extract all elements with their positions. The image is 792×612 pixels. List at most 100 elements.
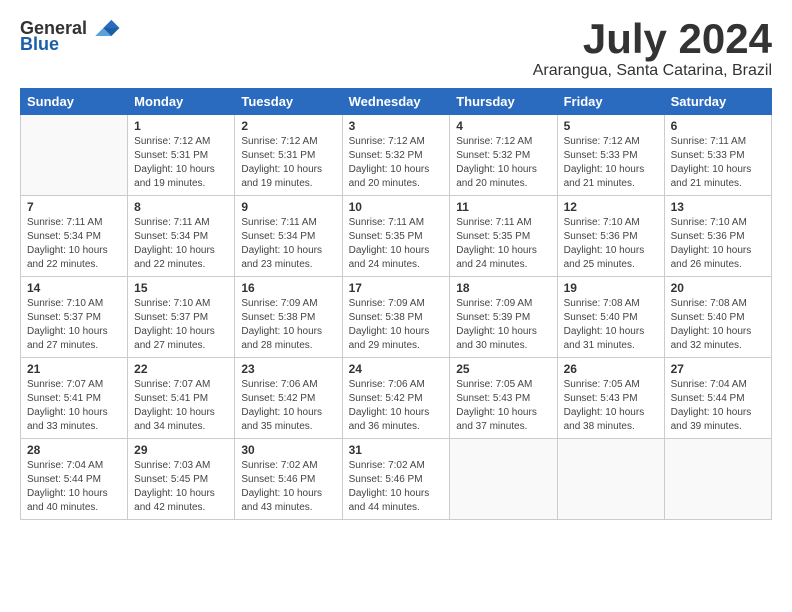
day-info: Sunrise: 7:08 AM Sunset: 5:40 PM Dayligh… <box>671 297 765 353</box>
calendar-cell: 4 Sunrise: 7:12 AM Sunset: 5:32 PM Daylig… <box>450 115 557 196</box>
day-number: 24 <box>349 362 444 376</box>
calendar-cell: 27Sunrise: 7:04 AM Sunset: 5:44 PM Dayli… <box>664 358 771 439</box>
calendar-cell: 25 Sunrise: 7:05 AM Sunset: 5:43 PM Dayli… <box>450 358 557 439</box>
calendar-cell: 2Sunrise: 7:12 AM Sunset: 5:31 PM Daylig… <box>235 115 342 196</box>
calendar-cell: 8 Sunrise: 7:11 AM Sunset: 5:34 PM Daylig… <box>128 196 235 277</box>
page-header: General Blue July 2024 Ararangua, Santa … <box>20 16 772 80</box>
calendar-cell: 23 Sunrise: 7:06 AM Sunset: 5:42 PM Dayli… <box>235 358 342 439</box>
day-info: Sunrise: 7:05 AM Sunset: 5:43 PM Dayligh… <box>564 378 658 434</box>
day-info: Sunrise: 7:11 AM Sunset: 5:35 PM Dayligh… <box>456 216 550 272</box>
day-number: 25 <box>456 362 550 376</box>
logo-icon <box>89 16 121 40</box>
calendar-cell: 24Sunrise: 7:06 AM Sunset: 5:42 PM Dayli… <box>342 358 450 439</box>
day-info: Sunrise: 7:11 AM Sunset: 5:34 PM Dayligh… <box>27 216 121 272</box>
day-number: 18 <box>456 281 550 295</box>
calendar-cell: 18 Sunrise: 7:09 AM Sunset: 5:39 PM Dayli… <box>450 277 557 358</box>
day-number: 26 <box>564 362 658 376</box>
day-number: 31 <box>349 443 444 457</box>
day-number: 11 <box>456 200 550 214</box>
calendar-cell <box>557 439 664 520</box>
calendar-cell: 6Sunrise: 7:11 AM Sunset: 5:33 PM Daylig… <box>664 115 771 196</box>
calendar-week-5: 28 Sunrise: 7:04 AM Sunset: 5:44 PM Dayli… <box>21 439 772 520</box>
calendar-cell: 19 Sunrise: 7:08 AM Sunset: 5:40 PM Dayli… <box>557 277 664 358</box>
calendar-cell: 29 Sunrise: 7:03 AM Sunset: 5:45 PM Dayli… <box>128 439 235 520</box>
day-number: 29 <box>134 443 228 457</box>
calendar-week-3: 14Sunrise: 7:10 AM Sunset: 5:37 PM Dayli… <box>21 277 772 358</box>
calendar-cell: 5 Sunrise: 7:12 AM Sunset: 5:33 PM Daylig… <box>557 115 664 196</box>
day-info: Sunrise: 7:02 AM Sunset: 5:46 PM Dayligh… <box>241 459 335 515</box>
day-number: 5 <box>564 119 658 133</box>
calendar-cell: 22Sunrise: 7:07 AM Sunset: 5:41 PM Dayli… <box>128 358 235 439</box>
calendar-cell: 3 Sunrise: 7:12 AM Sunset: 5:32 PM Daylig… <box>342 115 450 196</box>
day-info: Sunrise: 7:07 AM Sunset: 5:41 PM Dayligh… <box>27 378 121 434</box>
calendar-cell: 31 Sunrise: 7:02 AM Sunset: 5:46 PM Dayli… <box>342 439 450 520</box>
day-number: 1 <box>134 119 228 133</box>
calendar-cell: 21 Sunrise: 7:07 AM Sunset: 5:41 PM Dayli… <box>21 358 128 439</box>
day-number: 3 <box>349 119 444 133</box>
day-number: 6 <box>671 119 765 133</box>
location-subtitle: Ararangua, Santa Catarina, Brazil <box>533 62 772 80</box>
title-block: July 2024 Ararangua, Santa Catarina, Bra… <box>533 16 772 80</box>
day-info: Sunrise: 7:09 AM Sunset: 5:38 PM Dayligh… <box>349 297 444 353</box>
day-info: Sunrise: 7:12 AM Sunset: 5:33 PM Dayligh… <box>564 135 658 191</box>
day-number: 15 <box>134 281 228 295</box>
day-info: Sunrise: 7:12 AM Sunset: 5:31 PM Dayligh… <box>134 135 228 191</box>
day-number: 12 <box>564 200 658 214</box>
day-number: 2 <box>241 119 335 133</box>
day-number: 19 <box>564 281 658 295</box>
logo: General Blue <box>20 16 121 55</box>
day-info: Sunrise: 7:05 AM Sunset: 5:43 PM Dayligh… <box>456 378 550 434</box>
calendar-cell: 26 Sunrise: 7:05 AM Sunset: 5:43 PM Dayli… <box>557 358 664 439</box>
day-number: 20 <box>671 281 765 295</box>
calendar-cell: 14Sunrise: 7:10 AM Sunset: 5:37 PM Dayli… <box>21 277 128 358</box>
day-info: Sunrise: 7:06 AM Sunset: 5:42 PM Dayligh… <box>241 378 335 434</box>
day-info: Sunrise: 7:10 AM Sunset: 5:37 PM Dayligh… <box>134 297 228 353</box>
day-number: 13 <box>671 200 765 214</box>
day-info: Sunrise: 7:10 AM Sunset: 5:36 PM Dayligh… <box>671 216 765 272</box>
day-number: 8 <box>134 200 228 214</box>
calendar-cell: 7 Sunrise: 7:11 AM Sunset: 5:34 PM Daylig… <box>21 196 128 277</box>
calendar-cell <box>664 439 771 520</box>
day-number: 4 <box>456 119 550 133</box>
day-info: Sunrise: 7:03 AM Sunset: 5:45 PM Dayligh… <box>134 459 228 515</box>
day-info: Sunrise: 7:04 AM Sunset: 5:44 PM Dayligh… <box>671 378 765 434</box>
weekday-header-monday: Monday <box>128 89 235 115</box>
calendar-week-4: 21 Sunrise: 7:07 AM Sunset: 5:41 PM Dayli… <box>21 358 772 439</box>
day-info: Sunrise: 7:09 AM Sunset: 5:39 PM Dayligh… <box>456 297 550 353</box>
day-number: 22 <box>134 362 228 376</box>
calendar-cell: 10Sunrise: 7:11 AM Sunset: 5:35 PM Dayli… <box>342 196 450 277</box>
calendar-cell: 13 Sunrise: 7:10 AM Sunset: 5:36 PM Dayli… <box>664 196 771 277</box>
weekday-header-wednesday: Wednesday <box>342 89 450 115</box>
calendar-cell: 16 Sunrise: 7:09 AM Sunset: 5:38 PM Dayli… <box>235 277 342 358</box>
day-info: Sunrise: 7:09 AM Sunset: 5:38 PM Dayligh… <box>241 297 335 353</box>
day-info: Sunrise: 7:11 AM Sunset: 5:34 PM Dayligh… <box>134 216 228 272</box>
calendar-week-2: 7 Sunrise: 7:11 AM Sunset: 5:34 PM Daylig… <box>21 196 772 277</box>
day-info: Sunrise: 7:11 AM Sunset: 5:35 PM Dayligh… <box>349 216 444 272</box>
calendar-cell: 17 Sunrise: 7:09 AM Sunset: 5:38 PM Dayli… <box>342 277 450 358</box>
day-number: 7 <box>27 200 121 214</box>
day-info: Sunrise: 7:10 AM Sunset: 5:37 PM Dayligh… <box>27 297 121 353</box>
day-number: 16 <box>241 281 335 295</box>
day-info: Sunrise: 7:10 AM Sunset: 5:36 PM Dayligh… <box>564 216 658 272</box>
weekday-header-row: SundayMondayTuesdayWednesdayThursdayFrid… <box>21 89 772 115</box>
weekday-header-friday: Friday <box>557 89 664 115</box>
day-number: 23 <box>241 362 335 376</box>
day-info: Sunrise: 7:04 AM Sunset: 5:44 PM Dayligh… <box>27 459 121 515</box>
day-info: Sunrise: 7:02 AM Sunset: 5:46 PM Dayligh… <box>349 459 444 515</box>
calendar-cell: 11 Sunrise: 7:11 AM Sunset: 5:35 PM Dayli… <box>450 196 557 277</box>
calendar-cell: 15 Sunrise: 7:10 AM Sunset: 5:37 PM Dayli… <box>128 277 235 358</box>
calendar-week-1: 1 Sunrise: 7:12 AM Sunset: 5:31 PM Daylig… <box>21 115 772 196</box>
calendar-cell: 28 Sunrise: 7:04 AM Sunset: 5:44 PM Dayli… <box>21 439 128 520</box>
day-info: Sunrise: 7:08 AM Sunset: 5:40 PM Dayligh… <box>564 297 658 353</box>
calendar-cell <box>21 115 128 196</box>
calendar-cell: 12 Sunrise: 7:10 AM Sunset: 5:36 PM Dayli… <box>557 196 664 277</box>
weekday-header-saturday: Saturday <box>664 89 771 115</box>
month-title: July 2024 <box>533 16 772 62</box>
day-info: Sunrise: 7:12 AM Sunset: 5:32 PM Dayligh… <box>349 135 444 191</box>
day-number: 17 <box>349 281 444 295</box>
day-info: Sunrise: 7:12 AM Sunset: 5:32 PM Dayligh… <box>456 135 550 191</box>
day-number: 21 <box>27 362 121 376</box>
weekday-header-tuesday: Tuesday <box>235 89 342 115</box>
logo-blue: Blue <box>20 34 59 55</box>
day-number: 28 <box>27 443 121 457</box>
